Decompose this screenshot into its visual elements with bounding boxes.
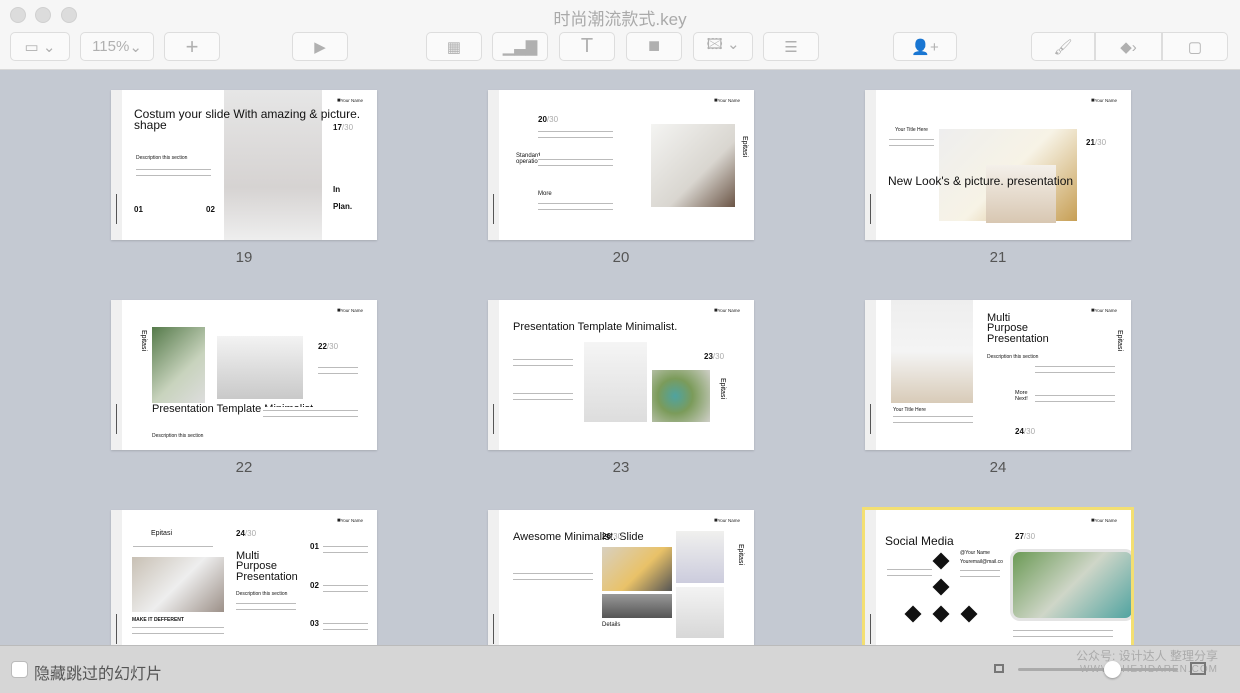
slide-thumbnail[interactable]: Epitasi Presentation Template Minimalist… [111,300,377,450]
image-icon: 🖾 ⌄ [706,36,740,53]
slide-image [602,594,672,618]
slide-image [152,327,205,403]
comment-icon: ☰ [784,38,798,56]
linkedin-icon [960,605,978,623]
animate-icon: ◆› [1120,38,1137,56]
hide-skipped-checkbox[interactable] [11,661,28,678]
slide-image [676,587,724,638]
slide-image [602,547,672,591]
slide-thumbnail[interactable]: Your Title Here Multi Purpose Presentati… [865,300,1131,450]
document-button[interactable]: ▢ [1162,32,1228,61]
instagram-icon [904,605,922,623]
window-title: 时尚潮流款式.key [553,10,687,29]
large-thumbnail-icon [1190,662,1206,675]
twitter-icon [932,578,950,596]
table-icon: ▦ [446,38,462,56]
paintbrush-icon: 🖌 [1053,38,1073,56]
format-button[interactable]: 🖌 [1031,32,1095,61]
slide-image [1010,549,1131,621]
shape-button[interactable]: ■ [626,32,682,61]
plus-icon: + [185,33,199,59]
bottom-bar: 隐藏跳过的幻灯片 公众号: 设计达人 整理分享 WWW.SHEJIDAREN.C… [0,645,1240,693]
comment-button[interactable]: ☰ [763,32,819,61]
add-slide-button[interactable]: + [164,32,220,61]
slide-thumbnail[interactable]: 20/30 Standard operation More Epitasi Yo… [488,90,754,240]
small-thumbnail-icon [994,664,1004,673]
add-person-icon: 👤+ [911,38,939,56]
text-icon: T [580,35,594,57]
table-button[interactable]: ▦ [426,32,482,61]
media-button[interactable]: 🖾 ⌄ [693,32,753,61]
play-button[interactable]: ▶ [292,32,348,61]
slide-image [652,370,710,422]
slide-thumbnail[interactable]: Costum your slide With amazing & picture… [111,90,377,240]
slide-thumbnail-selected[interactable]: Social Media @Your Name Youremail@mail.c… [862,507,1134,645]
view-button[interactable]: ▭ ⌄ [10,32,70,61]
slide-image [132,557,224,612]
slide-image [676,531,724,583]
slide-thumbnail[interactable]: Epitasi MAKE IT DEFFERENT 24/30 Multi Pu… [111,510,377,645]
slide-image [217,336,303,399]
youtube-icon [932,605,950,623]
slide-image [891,300,973,403]
view-icon: ▭ ⌄ [24,38,56,56]
animate-button[interactable]: ◆› [1095,32,1162,61]
chart-button[interactable]: ▁▃▇ [492,32,548,61]
slide-thumbnail[interactable]: Presentation Template Minimalist. 23/30 … [488,300,754,450]
thumbnail-size-slider[interactable] [1018,661,1178,678]
facebook-icon [932,552,950,570]
zoom-select[interactable]: 115% ⌄ [80,32,154,61]
slide-thumbnail[interactable]: Your Title Here New Look's & picture. pr… [865,90,1131,240]
slide-image [584,342,647,422]
light-table: Costum your slide With amazing & picture… [0,71,1240,645]
toolbar: 时尚潮流款式.key ▭ ⌄ 115% ⌄ + ▶ ▦ ▁▃▇ T ■ 🖾 ⌄ ☰… [0,0,1240,70]
collaborate-button[interactable]: 👤+ [893,32,957,61]
slide-thumbnail[interactable]: Awesome Minimalist. Slide 26/30 Details … [488,510,754,645]
play-icon: ▶ [314,38,326,56]
document-icon: ▢ [1187,38,1203,56]
shape-icon: ■ [647,35,661,57]
slider-knob[interactable] [1104,661,1121,678]
slide-image [651,124,735,207]
chart-icon: ▁▃▇ [502,38,538,56]
text-button[interactable]: T [559,32,615,61]
